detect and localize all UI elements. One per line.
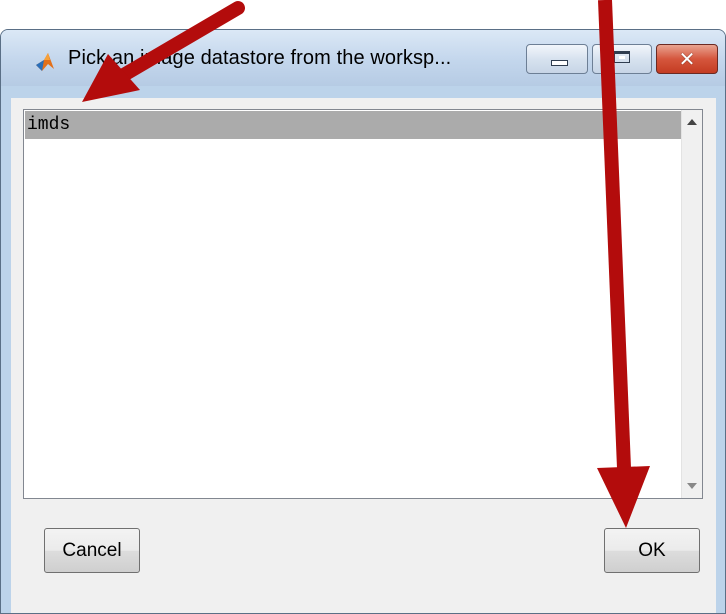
minimize-icon (551, 60, 568, 66)
ok-button[interactable]: OK (604, 528, 700, 573)
scroll-up-button[interactable] (682, 110, 702, 134)
list-item-imds[interactable]: imds (25, 111, 685, 139)
minimize-button[interactable] (526, 44, 588, 74)
dialog-window: Pick an image datastore from the worksp.… (0, 29, 726, 614)
close-button[interactable]: ✕ (656, 44, 718, 74)
window-title: Pick an image datastore from the worksp.… (68, 47, 452, 69)
matlab-logo-icon (36, 53, 54, 71)
vertical-scrollbar[interactable] (681, 110, 702, 498)
scroll-up-arrow-icon (687, 119, 697, 125)
title-bar[interactable]: Pick an image datastore from the worksp.… (1, 30, 725, 86)
scroll-down-button[interactable] (682, 474, 702, 498)
close-icon: ✕ (678, 47, 696, 71)
datastore-listbox[interactable]: imds (23, 109, 703, 499)
restore-button[interactable] (592, 44, 652, 74)
dialog-body: imds Cancel OK (11, 98, 716, 613)
cancel-button[interactable]: Cancel (44, 528, 140, 573)
scroll-down-arrow-icon (687, 483, 697, 489)
